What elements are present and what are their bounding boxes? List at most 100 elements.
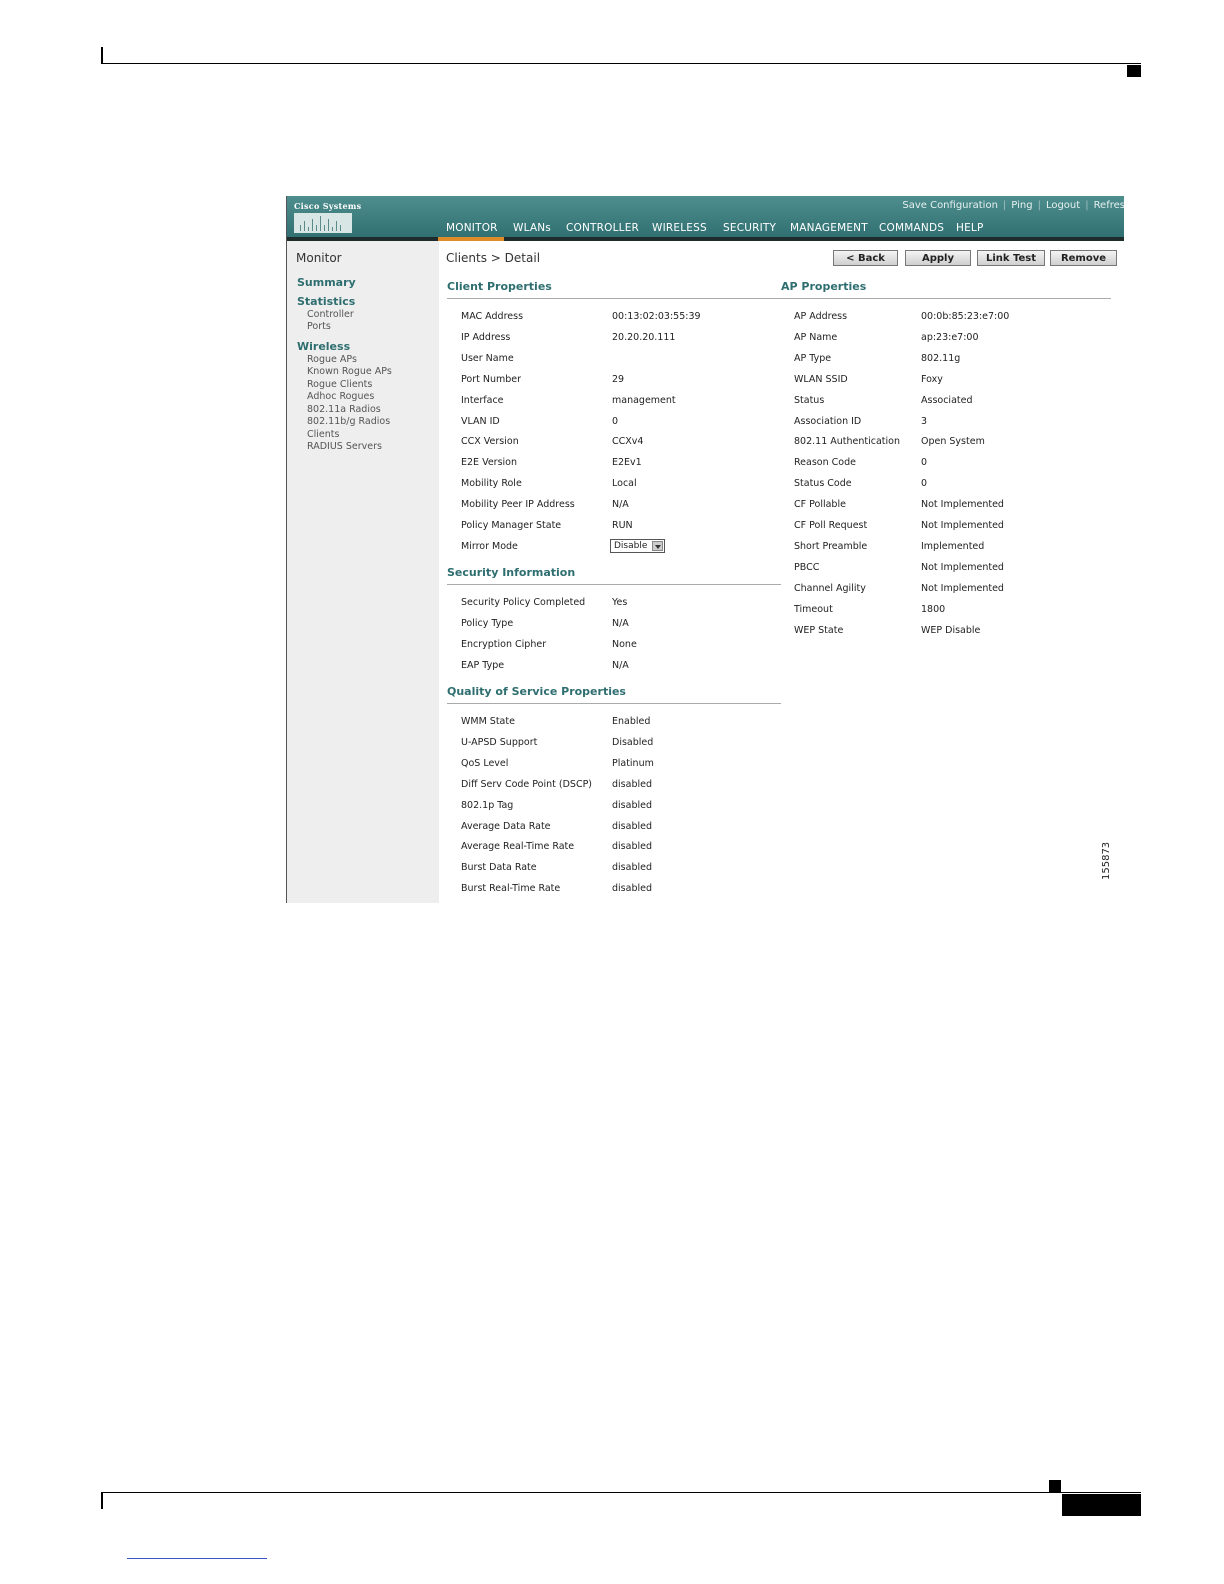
row-label: PBCC bbox=[794, 561, 820, 573]
security-information-divider bbox=[447, 584, 781, 585]
row-value: Implemented bbox=[921, 540, 985, 552]
row-label: Mobility Role bbox=[461, 478, 522, 490]
row-value: WEP Disable bbox=[921, 624, 981, 636]
cisco-logo: Cisco Systems bbox=[294, 200, 361, 233]
sidebar-item-rogue-aps[interactable]: Rogue APs bbox=[307, 354, 357, 365]
nav-wireless[interactable]: WIRELESS bbox=[652, 222, 707, 234]
row-value: CCXv4 bbox=[612, 436, 644, 448]
row-value: None bbox=[612, 638, 637, 650]
save-configuration-link[interactable]: Save Configuration bbox=[902, 200, 998, 211]
page-bottom-marker bbox=[1049, 1480, 1061, 1492]
row-value: disabled bbox=[612, 883, 652, 895]
ap-properties-title: AP Properties bbox=[781, 280, 867, 293]
client-properties-title: Client Properties bbox=[447, 280, 552, 293]
row-label: WMM State bbox=[461, 716, 515, 727]
nav-security[interactable]: SECURITY bbox=[723, 222, 776, 234]
row-value: management bbox=[612, 394, 676, 406]
mirror-mode-value: Disable bbox=[614, 540, 648, 551]
sidebar-item-ports[interactable]: Ports bbox=[307, 321, 331, 332]
row-value: disabled bbox=[612, 778, 652, 790]
row-value: 20.20.20.111 bbox=[612, 331, 676, 343]
row-value: N/A bbox=[612, 659, 629, 671]
row-value: disabled bbox=[612, 841, 652, 853]
page-title: Clients > Detail bbox=[446, 251, 541, 265]
sidebar-item-statistics[interactable]: Statistics bbox=[297, 295, 355, 308]
sidebar-item-clients[interactable]: Clients bbox=[307, 429, 339, 440]
sidebar-item-rogue-clients[interactable]: Rogue Clients bbox=[307, 379, 372, 390]
sidebar-item-80211a-radios[interactable]: 802.11a Radios bbox=[307, 404, 381, 415]
sidebar-item-radius-servers[interactable]: RADIUS Servers bbox=[307, 441, 382, 452]
sidebar-item-80211bg-radios[interactable]: 802.11b/g Radios bbox=[307, 416, 390, 427]
row-label: E2E Version bbox=[461, 457, 518, 469]
row-value: Open System bbox=[921, 436, 985, 448]
row-label: Burst Data Rate bbox=[461, 862, 537, 874]
row-label: CF Pollable bbox=[794, 499, 846, 511]
row-label: 802.1p Tag bbox=[461, 799, 514, 811]
row-label: Mobility Peer IP Address bbox=[461, 499, 575, 511]
row-label: Diff Serv Code Point (DSCP) bbox=[461, 778, 593, 790]
row-value: 0 bbox=[921, 457, 928, 469]
security-information-title: Security Information bbox=[447, 566, 576, 579]
row-value: disabled bbox=[612, 820, 652, 832]
row-label: Short Preamble bbox=[794, 540, 868, 552]
page-bottom-rule bbox=[101, 1492, 1141, 1493]
apply-button[interactable]: Apply bbox=[905, 250, 971, 266]
row-value: Enabled bbox=[612, 716, 651, 727]
page-top-tick bbox=[101, 47, 103, 64]
row-label: Policy Type bbox=[461, 617, 514, 629]
row-value: Yes bbox=[612, 597, 628, 608]
nav-monitor[interactable]: MONITOR bbox=[446, 222, 498, 234]
row-label: AP Type bbox=[794, 352, 832, 364]
row-value: 3 bbox=[921, 415, 928, 427]
row-label: Port Number bbox=[461, 373, 522, 385]
client-properties-divider bbox=[447, 298, 781, 299]
remove-button[interactable]: Remove bbox=[1050, 250, 1117, 266]
row-value: E2Ev1 bbox=[612, 457, 642, 469]
sidebar-item-controller[interactable]: Controller bbox=[307, 309, 354, 320]
row-label: U-APSD Support bbox=[461, 736, 538, 748]
nav-wlans[interactable]: WLANs bbox=[513, 222, 551, 234]
row-label: Interface bbox=[461, 394, 504, 406]
page-top-marker bbox=[1127, 65, 1141, 77]
row-value: 802.11g bbox=[921, 352, 961, 364]
figure-number: 155873 bbox=[1101, 841, 1112, 880]
main-content: Clients > Detail < Back Apply Link Test … bbox=[439, 241, 1124, 903]
page-number-block bbox=[1062, 1494, 1141, 1516]
page-top-rule bbox=[101, 63, 1141, 64]
row-label: WLAN SSID bbox=[794, 373, 848, 385]
footer-link-underline bbox=[127, 1558, 267, 1559]
nav-management[interactable]: MANAGEMENT bbox=[790, 222, 868, 234]
nav-controller[interactable]: CONTROLLER bbox=[566, 222, 639, 234]
row-value: ap:23:e7:00 bbox=[921, 331, 979, 343]
row-label: Reason Code bbox=[794, 457, 856, 469]
logout-link[interactable]: Logout bbox=[1046, 200, 1080, 211]
row-label: QoS Level bbox=[461, 757, 509, 769]
sidebar-item-known-rogue-aps[interactable]: Known Rogue APs bbox=[307, 366, 392, 377]
row-label: Average Real-Time Rate bbox=[461, 841, 575, 853]
row-label: 802.11 Authentication bbox=[794, 436, 900, 448]
logo-bars-icon bbox=[294, 213, 352, 233]
row-label: MAC Address bbox=[461, 311, 524, 322]
row-label: AP Address bbox=[794, 311, 848, 322]
row-label: AP Name bbox=[794, 331, 838, 343]
row-value: 00:0b:85:23:e7:00 bbox=[921, 311, 1010, 322]
row-label: CCX Version bbox=[461, 436, 519, 448]
sidebar-item-summary[interactable]: Summary bbox=[297, 276, 356, 289]
refresh-link[interactable]: Refres bbox=[1094, 200, 1124, 211]
app-header: Cisco Systems Save Configuration | Ping | Lo… bbox=[287, 196, 1124, 240]
mirror-mode-select[interactable]: Disable bbox=[610, 538, 665, 553]
row-value: Not Implemented bbox=[921, 561, 1004, 573]
nav-help[interactable]: HELP bbox=[956, 222, 984, 234]
row-value: disabled bbox=[612, 799, 652, 811]
nav-commands[interactable]: COMMANDS bbox=[879, 222, 944, 234]
row-value: 0 bbox=[612, 415, 619, 427]
chevron-down-icon[interactable] bbox=[652, 540, 663, 551]
back-button[interactable]: < Back bbox=[833, 250, 898, 266]
sidebar-item-wireless[interactable]: Wireless bbox=[297, 340, 350, 353]
sidebar-item-adhoc-rogues[interactable]: Adhoc Rogues bbox=[307, 391, 374, 402]
ping-link[interactable]: Ping bbox=[1011, 200, 1032, 211]
qos-properties-divider bbox=[447, 703, 781, 704]
sidebar: Monitor Summary Statistics Controller Po… bbox=[287, 241, 439, 903]
link-test-button[interactable]: Link Test bbox=[977, 250, 1045, 266]
row-label: Policy Manager State bbox=[461, 520, 562, 531]
